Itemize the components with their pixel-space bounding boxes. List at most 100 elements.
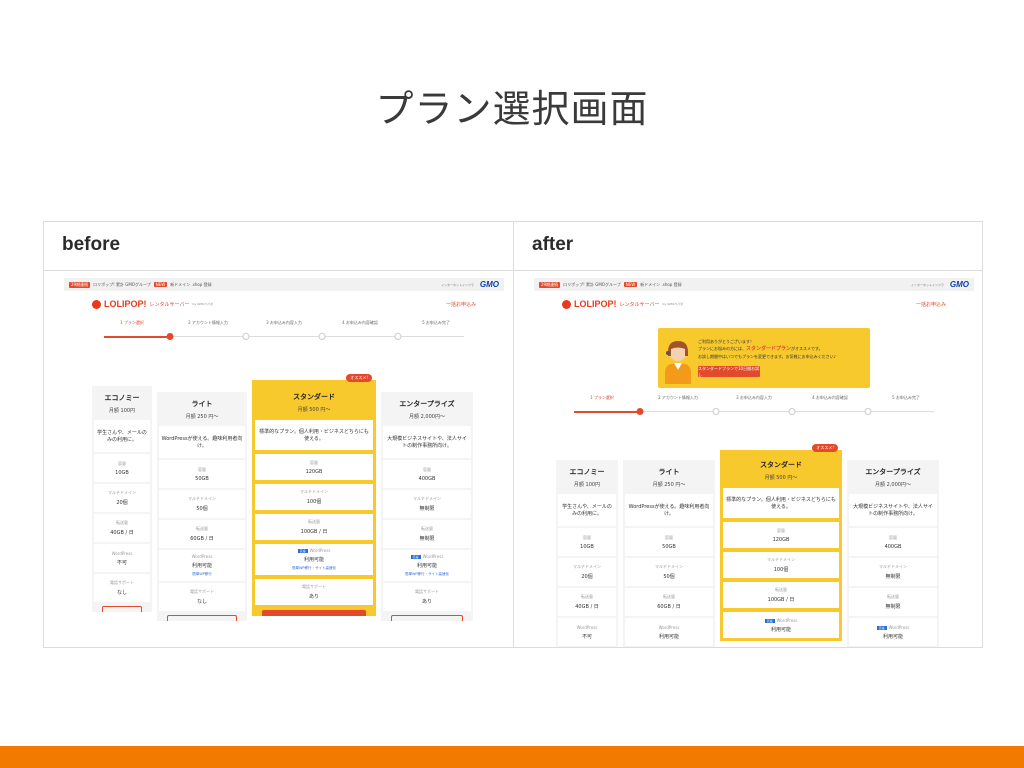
step-4: 4 お申込み内容確認 bbox=[342, 320, 378, 325]
after-label: after bbox=[514, 222, 982, 271]
plan-card-enterprise[interactable]: エンタープライズ 月額 2,000円〜 大規模ビジネスサイトや、法人サイトの制作事… bbox=[847, 460, 939, 647]
topbar-text[interactable]: 新ドメイン .shop 登録 bbox=[640, 282, 681, 288]
plan-card-economy[interactable]: エコノミー 月額 100円 学生さんや、メールのみの利用に。 容量 10GB マルチ… bbox=[92, 386, 152, 612]
plan-name: エコノミー bbox=[104, 394, 140, 402]
step-1: 1 プラン選択 bbox=[590, 395, 614, 400]
bulk-apply-link[interactable]: 一括お申込み bbox=[446, 301, 476, 308]
logo-byline: by GMOペパボ bbox=[662, 302, 684, 306]
plan-card-light[interactable]: ライト 月額 250 円〜 WordPressが使える。趣味利用者向け。 容量 50… bbox=[623, 460, 715, 647]
plan-table: エコノミー 月額 100円 学生さんや、メールのみの利用に。 容量 10GB マルチ… bbox=[92, 374, 473, 621]
recommend-ribbon: オススメ! bbox=[346, 374, 372, 382]
topbar-text: ロリポップ! 累計 GMOグループ bbox=[93, 281, 151, 287]
plan-select-button[interactable] bbox=[262, 610, 366, 616]
plan-name: スタンダード bbox=[760, 461, 802, 469]
plan-card-standard[interactable]: オススメ! スタンダード 月額 500 円〜 標準的なプラン。個人利用・ビジネスど… bbox=[252, 374, 376, 616]
topbar-tag: 29期連続 bbox=[539, 281, 561, 288]
plan-select-button[interactable] bbox=[167, 615, 237, 621]
plan-price: 月額 500 円〜 bbox=[764, 475, 798, 481]
plan-wordpress: 高速 WordPress 利用可能 bbox=[722, 611, 840, 639]
plan-domains: マルチドメイン 無制限 bbox=[383, 490, 471, 518]
topbar-tag-new: NEW bbox=[623, 282, 638, 287]
plan-select-button[interactable] bbox=[102, 606, 142, 612]
try-standard-button[interactable]: スタンダードプランで10日間お試し bbox=[698, 366, 760, 377]
step-5: 5 お申込み完了 bbox=[422, 320, 450, 325]
logo-text: LOLIPOP! bbox=[574, 299, 617, 309]
slide-title: プラン選択画面 bbox=[375, 87, 649, 131]
plan-card-enterprise[interactable]: エンタープライズ 月額 2,000円〜 大規模ビジネスサイトや、法人サイトの制作事… bbox=[381, 392, 473, 621]
gmo-logo[interactable]: GMO bbox=[480, 280, 499, 289]
plan-wordpress: WordPress 利用可能 簡単WP移行 bbox=[159, 550, 245, 581]
gmo-logo[interactable]: GMO bbox=[950, 280, 969, 289]
plan-desc: 標準的なプラン。個人利用・ビジネスどちらにも使える。 bbox=[254, 419, 374, 451]
logo-subtitle: レンタルサーバー bbox=[619, 301, 660, 308]
plan-storage: 容量 10GB bbox=[558, 528, 616, 556]
steps-progress-bar bbox=[574, 411, 640, 413]
step-4: 4 お申込み内容確認 bbox=[812, 395, 848, 400]
promo-message: ご利用ありがとうございます！ プランにお悩みの方には、スタンダードプランがオスス… bbox=[698, 339, 837, 359]
step-dot bbox=[864, 408, 872, 415]
progress-steps: 1 プラン選択 2 アカウント情報入力 3 お申込み内容入力 4 お申込み内容確… bbox=[94, 317, 474, 345]
wp-link[interactable]: 簡単WP移行・サイト高速化 bbox=[257, 566, 371, 571]
plan-domains: マルチドメイン 50個 bbox=[159, 490, 245, 518]
step-2: 2 アカウント情報入力 bbox=[658, 395, 698, 400]
plan-card-standard[interactable]: オススメ! スタンダード 月額 500 円〜 標準的なプラン。個人利用・ビジネスど… bbox=[720, 444, 842, 641]
plan-card-economy[interactable]: エコノミー 月額 100円 学生さんや、メールのみの利用に。 容量 10GB マルチ… bbox=[556, 460, 618, 647]
plan-wordpress: 高速 WordPress 利用可能 簡単WP移行・サイト高速化 bbox=[254, 543, 374, 576]
after-panel: after 29期連続 ロリポップ! 累計 GMOグループ NEW 新ドメイン … bbox=[513, 222, 982, 647]
bulk-apply-link[interactable]: 一括お申込み bbox=[916, 301, 946, 308]
logo-mark-icon bbox=[92, 299, 101, 309]
site-topbar: 29期連続 ロリポップ! 累計 GMOグループ NEW 新ドメイン .shop … bbox=[534, 278, 974, 291]
plan-domains: マルチドメイン 20個 bbox=[94, 484, 150, 512]
wp-link[interactable]: 簡単WP移行 bbox=[161, 572, 243, 577]
logo-byline: by GMOペパボ bbox=[192, 302, 214, 306]
plan-wordpress: 高速 WordPress 利用可能 bbox=[849, 618, 937, 646]
step-dot bbox=[242, 333, 250, 340]
plan-price: 月額 2,000円〜 bbox=[409, 414, 445, 420]
plan-domains: マルチドメイン 50個 bbox=[625, 558, 713, 586]
wp-link[interactable]: 簡単WP移行・サイト高速化 bbox=[385, 572, 469, 577]
fast-badge: 高速 bbox=[876, 625, 887, 630]
plan-support: 電話サポート あり bbox=[383, 583, 471, 611]
plan-wordpress: WordPress 利用可能 bbox=[625, 618, 713, 646]
promo-line: ご利用ありがとうございます！ bbox=[698, 339, 754, 344]
lolipop-logo[interactable]: LOLIPOP! レンタルサーバー by GMOペパボ bbox=[562, 299, 683, 309]
lolipop-logo[interactable]: LOLIPOP! レンタルサーバー by GMOペパボ bbox=[92, 299, 213, 309]
plan-transfer: 転送量 40GB / 日 bbox=[94, 514, 150, 542]
plan-support: 電話サポート なし bbox=[159, 583, 245, 611]
plan-storage: 容量 120GB bbox=[722, 521, 840, 549]
plan-name: エンタープライズ bbox=[399, 400, 455, 408]
recommend-ribbon: オススメ! bbox=[812, 444, 838, 452]
step-dot bbox=[712, 408, 720, 415]
plan-name: ライト bbox=[658, 468, 680, 476]
plan-name: スタンダード bbox=[293, 393, 335, 401]
plan-price: 月額 2,000円〜 bbox=[875, 482, 911, 488]
fast-badge: 高速 bbox=[764, 618, 775, 623]
step-dot bbox=[788, 408, 796, 415]
plan-table: エコノミー 月額 100円 学生さんや、メールのみの利用に。 容量 10GB マルチ… bbox=[556, 444, 939, 647]
plan-desc: 大規模ビジネスサイトや、法人サイトの制作事務所向け。 bbox=[383, 426, 471, 458]
footer-accent-bar bbox=[0, 746, 1024, 768]
plan-name: エンタープライズ bbox=[865, 468, 921, 476]
step-2: 2 アカウント情報入力 bbox=[188, 320, 228, 325]
logo-mark-icon bbox=[562, 299, 571, 309]
plan-card-light[interactable]: ライト 月額 250 円〜 WordPressが使える。趣味利用者向け。 容量 50… bbox=[157, 392, 247, 621]
plan-price: 月額 500 円〜 bbox=[297, 407, 331, 413]
topbar-tag: 29期連続 bbox=[69, 281, 91, 288]
step-3: 3 お申込み内容入力 bbox=[736, 395, 772, 400]
plan-select-button[interactable] bbox=[391, 615, 463, 621]
plan-domains: マルチドメイン 100個 bbox=[254, 483, 374, 511]
plan-storage: 容量 10GB bbox=[94, 454, 150, 482]
steps-progress-bar bbox=[104, 336, 170, 338]
plan-storage: 容量 50GB bbox=[159, 460, 245, 488]
topbar-text[interactable]: 新ドメイン .shop 登録 bbox=[170, 282, 211, 288]
plan-desc: 学生さんや、メールのみの利用に。 bbox=[558, 494, 616, 526]
plan-desc: 標準的なプラン。個人利用・ビジネスどちらにも使える。 bbox=[722, 487, 840, 519]
progress-steps: 1 プラン選択 2 アカウント情報入力 3 お申込み内容入力 4 お申込み内容確… bbox=[564, 392, 944, 420]
step-dot-active bbox=[636, 408, 644, 415]
plan-price: 月額 100円 bbox=[108, 408, 136, 414]
support-operator-icon bbox=[665, 341, 691, 384]
plan-name: エコノミー bbox=[569, 468, 605, 476]
plan-storage: 容量 400GB bbox=[383, 460, 471, 488]
plan-support: 電話サポート あり bbox=[254, 578, 374, 606]
plan-support: 電話サポート なし bbox=[94, 574, 150, 602]
